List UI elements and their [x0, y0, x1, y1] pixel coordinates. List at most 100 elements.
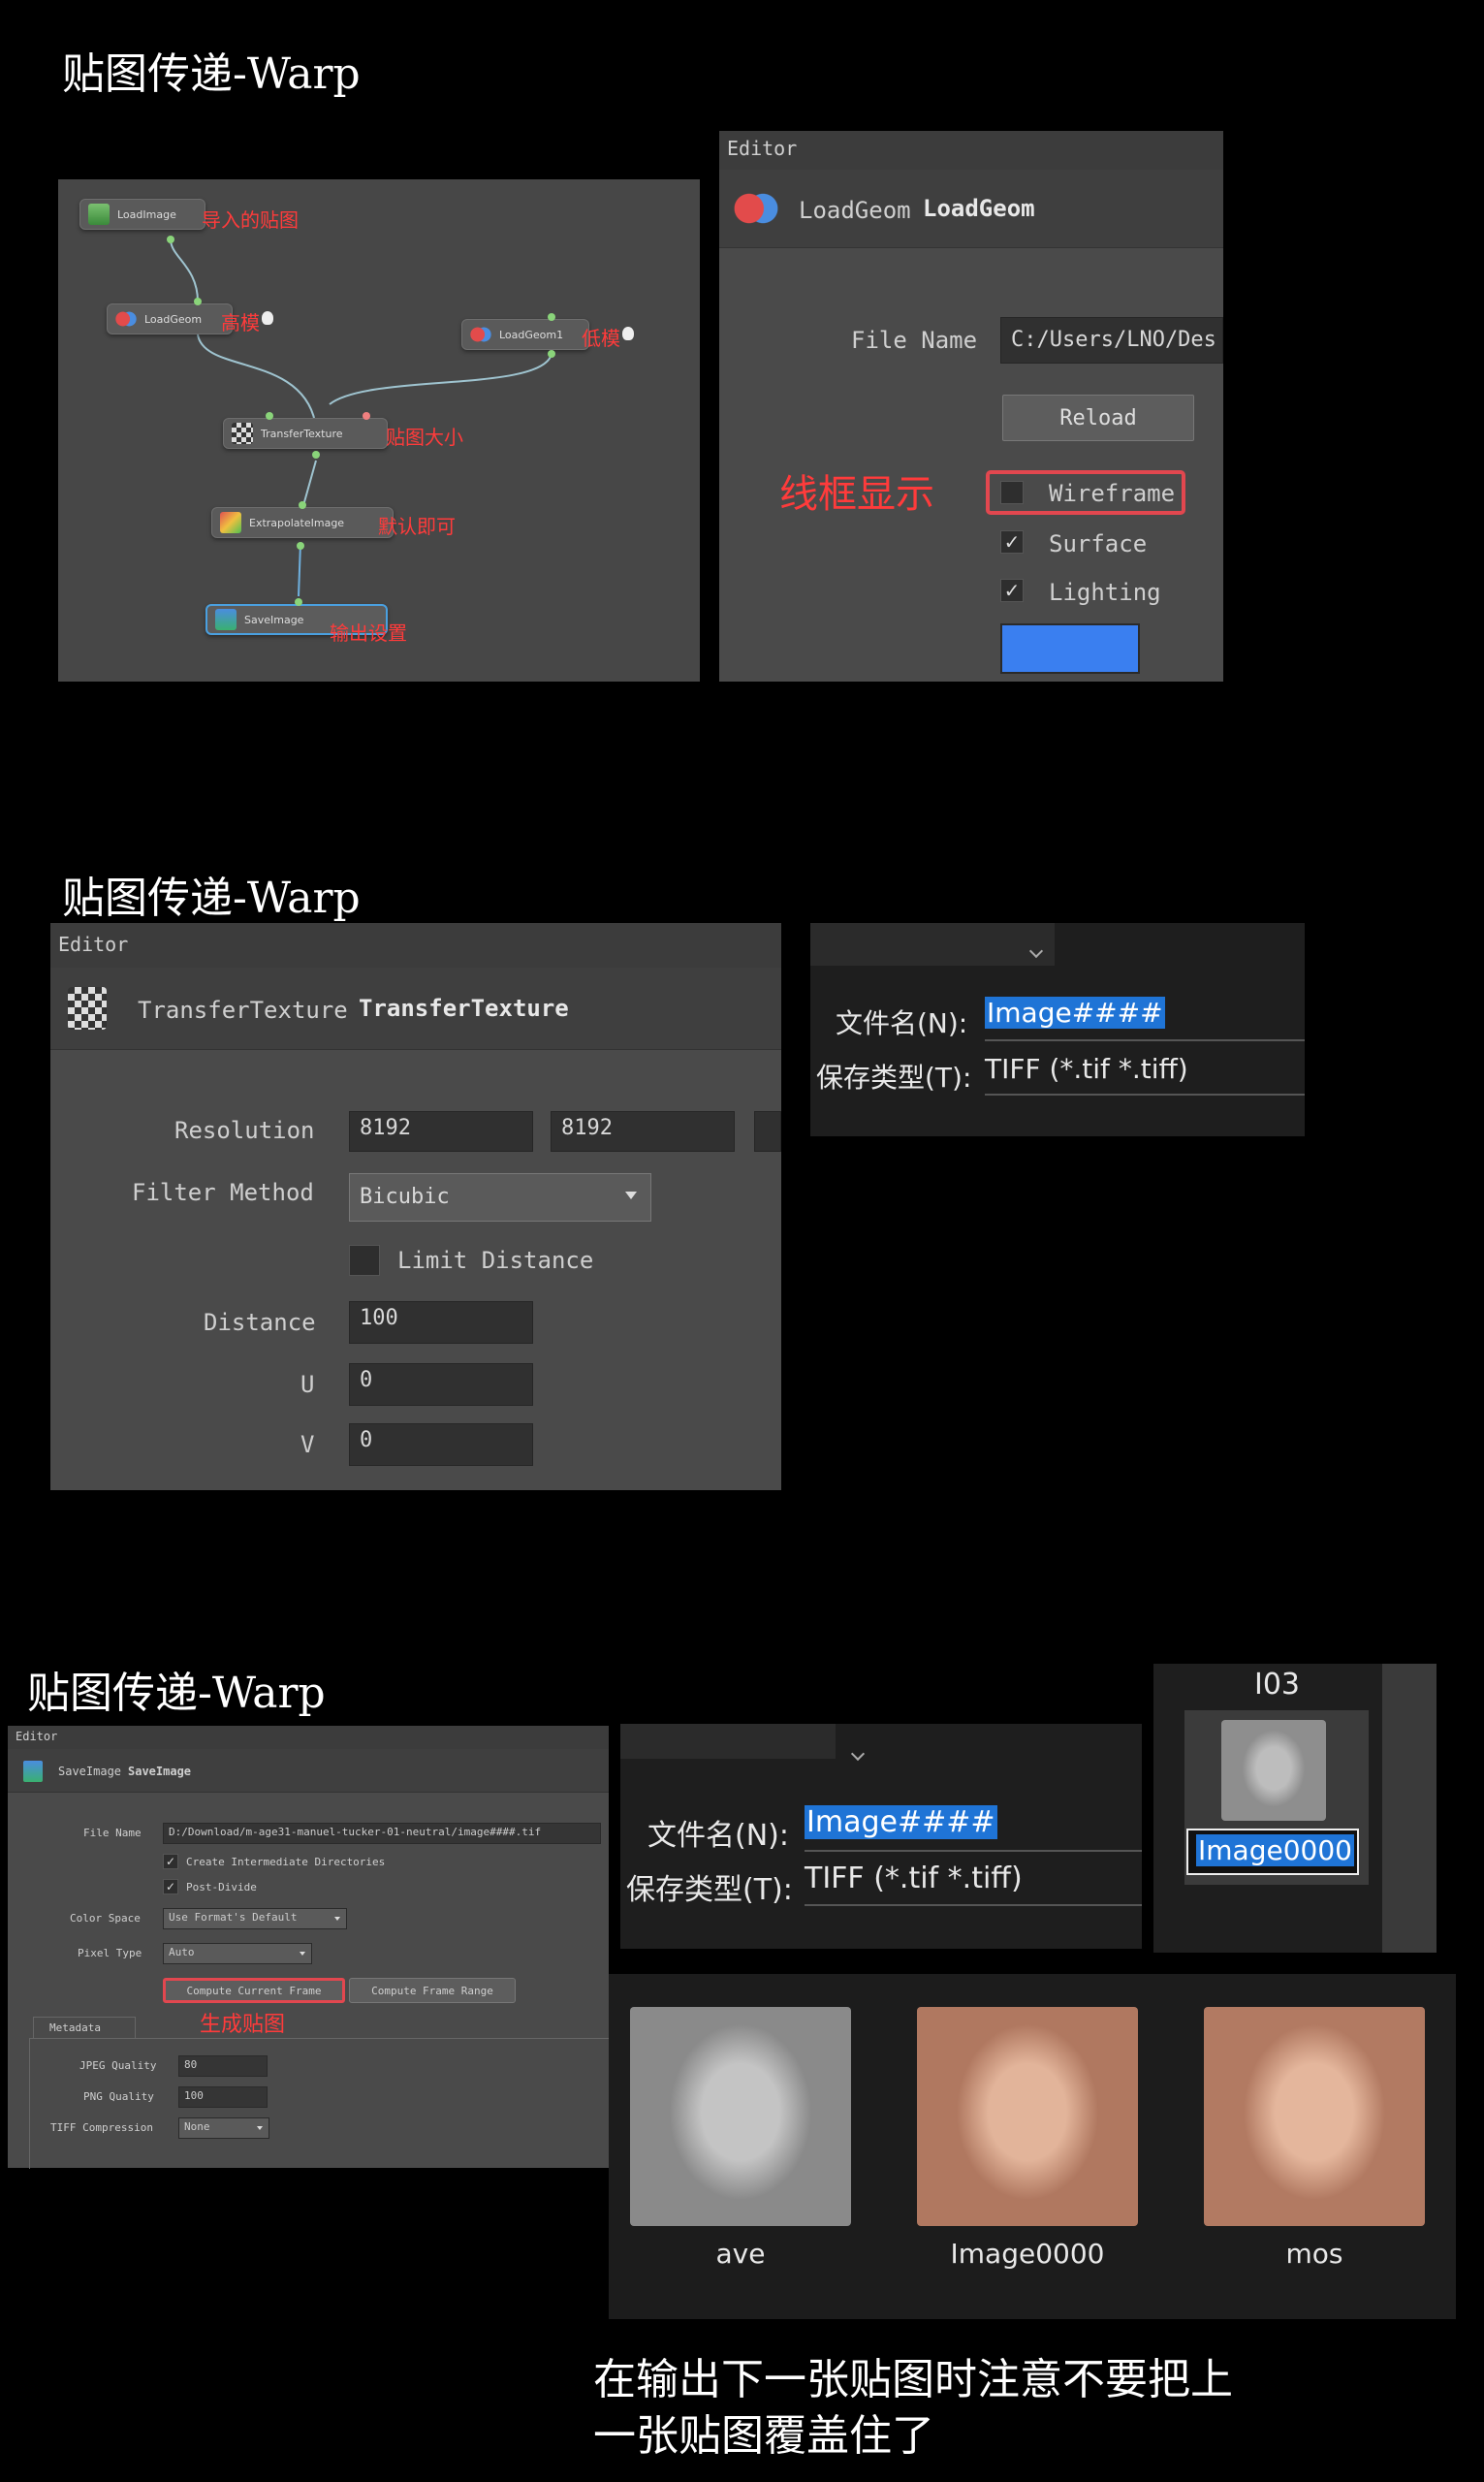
port-dot: [363, 412, 370, 420]
compute-current-frame-button[interactable]: Compute Current Frame: [163, 1978, 345, 2003]
section-title-3: 贴图传递-Warp: [27, 1669, 326, 1718]
thumbnails-panel: ave Image0000 mos: [609, 1974, 1456, 2319]
lighting-checkbox[interactable]: ✓: [1000, 579, 1024, 602]
jpeg-quality-label: JPEG Quality: [79, 2059, 157, 2072]
filename-field[interactable]: Image####: [985, 997, 1305, 1041]
chevron-down-icon: [334, 1917, 340, 1921]
annotation-low-poly: 低模: [582, 327, 620, 350]
wireframe-checkbox[interactable]: [1000, 481, 1024, 504]
filename-value: Image####: [805, 1805, 997, 1839]
node-name: LoadGeom: [923, 195, 1035, 222]
filename-field[interactable]: Image####: [805, 1805, 1142, 1852]
rename-field[interactable]: Image0000: [1186, 1829, 1359, 1875]
resolution-x-field[interactable]: 8192: [349, 1111, 533, 1152]
port-dot: [295, 598, 302, 606]
node-extrapolateimage[interactable]: ExtrapolateImage: [211, 507, 394, 538]
v-field[interactable]: 0: [349, 1423, 533, 1466]
face-thumbnail[interactable]: [1204, 2007, 1425, 2226]
compute-frame-range-button[interactable]: Compute Frame Range: [349, 1978, 516, 2003]
compute-range-label: Compute Frame Range: [371, 1984, 493, 1997]
port-dot: [297, 542, 304, 550]
editor-node-bar: SaveImage SaveImage: [8, 1749, 609, 1793]
save-image-icon: [23, 1761, 43, 1782]
port-dot: [194, 298, 202, 305]
distance-field[interactable]: 100: [349, 1301, 533, 1344]
compute-current-label: Compute Current Frame: [186, 1984, 322, 1997]
surface-checkbox[interactable]: ✓: [1000, 530, 1024, 554]
dialog-top-strip: [620, 1724, 836, 1759]
node-type: LoadGeom: [799, 197, 911, 224]
editor-node-bar: TransferTexture TransferTexture: [50, 968, 781, 1050]
node-transfertexture[interactable]: TransferTexture: [223, 418, 388, 449]
file-name-field[interactable]: C:/Users/LNO/Des: [1000, 317, 1223, 364]
save-type-label: 保存类型(T):: [816, 1062, 972, 1094]
port-dot: [312, 451, 320, 459]
u-field[interactable]: 0: [349, 1363, 533, 1406]
node-type: TransferTexture: [138, 997, 348, 1024]
limit-distance-label: Limit Distance: [397, 1247, 594, 1274]
save-type-field[interactable]: TIFF (*.tif *.tiff): [985, 1053, 1305, 1096]
resolution-extra-field[interactable]: [754, 1111, 781, 1152]
node-label: LoadGeom: [144, 312, 203, 326]
annotation-generate-texture: 生成贴图: [200, 2013, 286, 2037]
save-dialog-crop-2: 文件名(N): Image#### 保存类型(T): TIFF (*.tif *…: [620, 1724, 1142, 1949]
folder-label: I03: [1254, 1668, 1301, 1702]
tab-metadata-label: Metadata: [49, 2021, 101, 2034]
file-name-field[interactable]: D:/Download/m-age31-manuel-tucker-01-neu…: [163, 1823, 601, 1844]
chevron-down-icon: [257, 2126, 263, 2130]
save-type-label: 保存类型(T):: [626, 1873, 793, 1907]
reload-button[interactable]: Reload: [1002, 395, 1194, 441]
chevron-down-icon: [625, 1192, 637, 1199]
filter-method-select[interactable]: Bicubic: [349, 1173, 651, 1222]
png-quality-field[interactable]: 100: [178, 2086, 268, 2108]
tiff-compression-select[interactable]: None: [178, 2117, 269, 2139]
color-space-label: Color Space: [70, 1912, 141, 1925]
color-space-value: Use Format's Default: [169, 1911, 298, 1924]
extrapolate-icon: [220, 512, 241, 533]
save-dialog-crop-1: 文件名(N): Image#### 保存类型(T): TIFF (*.tif *…: [810, 923, 1305, 1136]
node-name: SaveImage: [128, 1765, 192, 1778]
scrollbar-strip[interactable]: [1382, 1664, 1437, 1953]
face-thumbnail[interactable]: [917, 2007, 1138, 2226]
geometry-icon: [115, 308, 137, 330]
pixel-type-label: Pixel Type: [78, 1947, 142, 1959]
section-title-2: 贴图传递-Warp: [62, 874, 361, 923]
node-loadgeom[interactable]: LoadGeom: [107, 303, 233, 334]
resolution-label: Resolution: [174, 1117, 315, 1144]
resolution-y-field[interactable]: 8192: [551, 1111, 735, 1152]
limit-distance-checkbox[interactable]: [349, 1245, 380, 1276]
dialog-top-strip: [810, 923, 1055, 966]
lightbulb-icon: [262, 311, 273, 325]
pixel-type-select[interactable]: Auto: [163, 1943, 312, 1964]
v-label: V: [300, 1431, 315, 1458]
geometry-icon: [470, 324, 491, 345]
section-title-1: 贴图传递-Warp: [62, 49, 361, 99]
tab-metadata[interactable]: Metadata: [33, 2017, 136, 2039]
png-quality-label: PNG Quality: [83, 2090, 154, 2103]
transfertexture-editor: Editor TransferTexture TransferTexture R…: [50, 923, 781, 1490]
jpeg-quality-field[interactable]: 80: [178, 2055, 268, 2077]
color-space-select[interactable]: Use Format's Default: [163, 1908, 347, 1929]
node-graph-panel[interactable]: LoadImage 导入的贴图 LoadGeom 高模 LoadGeom1 低模…: [58, 179, 700, 682]
node-loadgeom1[interactable]: LoadGeom1: [461, 319, 589, 350]
post-divide-checkbox[interactable]: ✓: [163, 1879, 178, 1894]
port-dot: [548, 350, 555, 358]
face-thumbnail: [1221, 1720, 1326, 1821]
explorer-rename-crop: I03 Image0000: [1153, 1664, 1437, 1953]
annotation-wireframe-display: 线框显示: [779, 472, 934, 517]
filter-method-label: Filter Method: [132, 1179, 314, 1206]
chevron-down-icon: [300, 1952, 305, 1956]
thumbnail-label: mos: [1285, 2238, 1343, 2270]
post-divide-label: Post-Divide: [186, 1881, 257, 1893]
node-loadimage[interactable]: LoadImage: [79, 199, 205, 230]
loadgeom-editor: Editor LoadGeom LoadGeom File Name C:/Us…: [719, 131, 1223, 682]
save-type-field[interactable]: TIFF (*.tif *.tiff): [805, 1862, 1142, 1906]
create-dirs-checkbox[interactable]: ✓: [163, 1854, 178, 1869]
face-thumbnail[interactable]: [630, 2007, 851, 2226]
node-type: SaveImage: [58, 1765, 122, 1778]
filename-label: 文件名(N):: [647, 1819, 789, 1853]
color-swatch[interactable]: [1000, 623, 1140, 674]
editor-node-bar: LoadGeom LoadGeom: [719, 170, 1223, 248]
distance-label: Distance: [204, 1309, 316, 1336]
geometry-icon: [733, 189, 779, 228]
